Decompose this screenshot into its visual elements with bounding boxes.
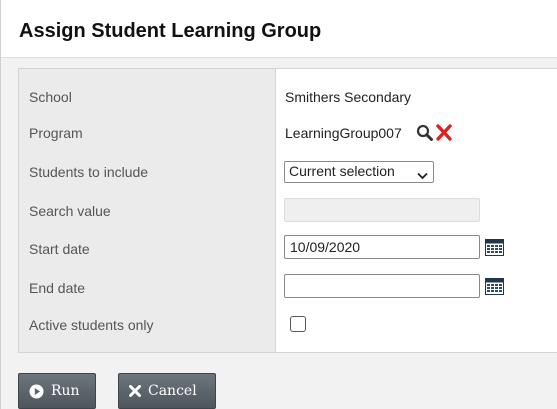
dialog-header: Assign Student Learning Group [1, 0, 557, 58]
clear-x-icon[interactable] [436, 124, 452, 146]
calendar-icon[interactable] [485, 278, 504, 295]
assign-learning-group-dialog: Assign Student Learning Group School Smi… [0, 0, 557, 409]
students-to-include-label: Students to include [29, 164, 149, 180]
students-to-include-select[interactable]: Current selection [284, 161, 434, 183]
program-value: LearningGroup007 [285, 125, 402, 141]
form-panel: School Smithers Secondary Program Learni… [18, 68, 557, 353]
calendar-icon[interactable] [485, 239, 504, 256]
search-icon[interactable] [416, 124, 433, 146]
active-students-only-label: Active students only [29, 317, 154, 333]
cancel-button[interactable]: Cancel [118, 373, 216, 409]
end-date-input[interactable] [284, 274, 480, 298]
play-circle-icon [29, 384, 44, 399]
run-button[interactable]: Run [18, 373, 96, 409]
school-value: Smithers Secondary [285, 89, 412, 105]
chevron-down-icon [417, 167, 428, 183]
active-students-only-checkbox[interactable] [290, 316, 306, 332]
start-date-label: Start date [29, 241, 90, 257]
cancel-button-label: Cancel [148, 383, 197, 399]
dialog-title: Assign Student Learning Group [19, 20, 322, 42]
search-value-input[interactable] [284, 198, 480, 222]
students-to-include-selected: Current selection [289, 163, 395, 179]
program-label: Program [29, 125, 83, 141]
start-date-input[interactable] [284, 235, 480, 259]
end-date-label: End date [29, 280, 86, 296]
run-button-label: Run [51, 383, 80, 399]
school-label: School [29, 89, 72, 105]
search-value-label: Search value [29, 203, 111, 219]
x-icon [129, 385, 141, 397]
